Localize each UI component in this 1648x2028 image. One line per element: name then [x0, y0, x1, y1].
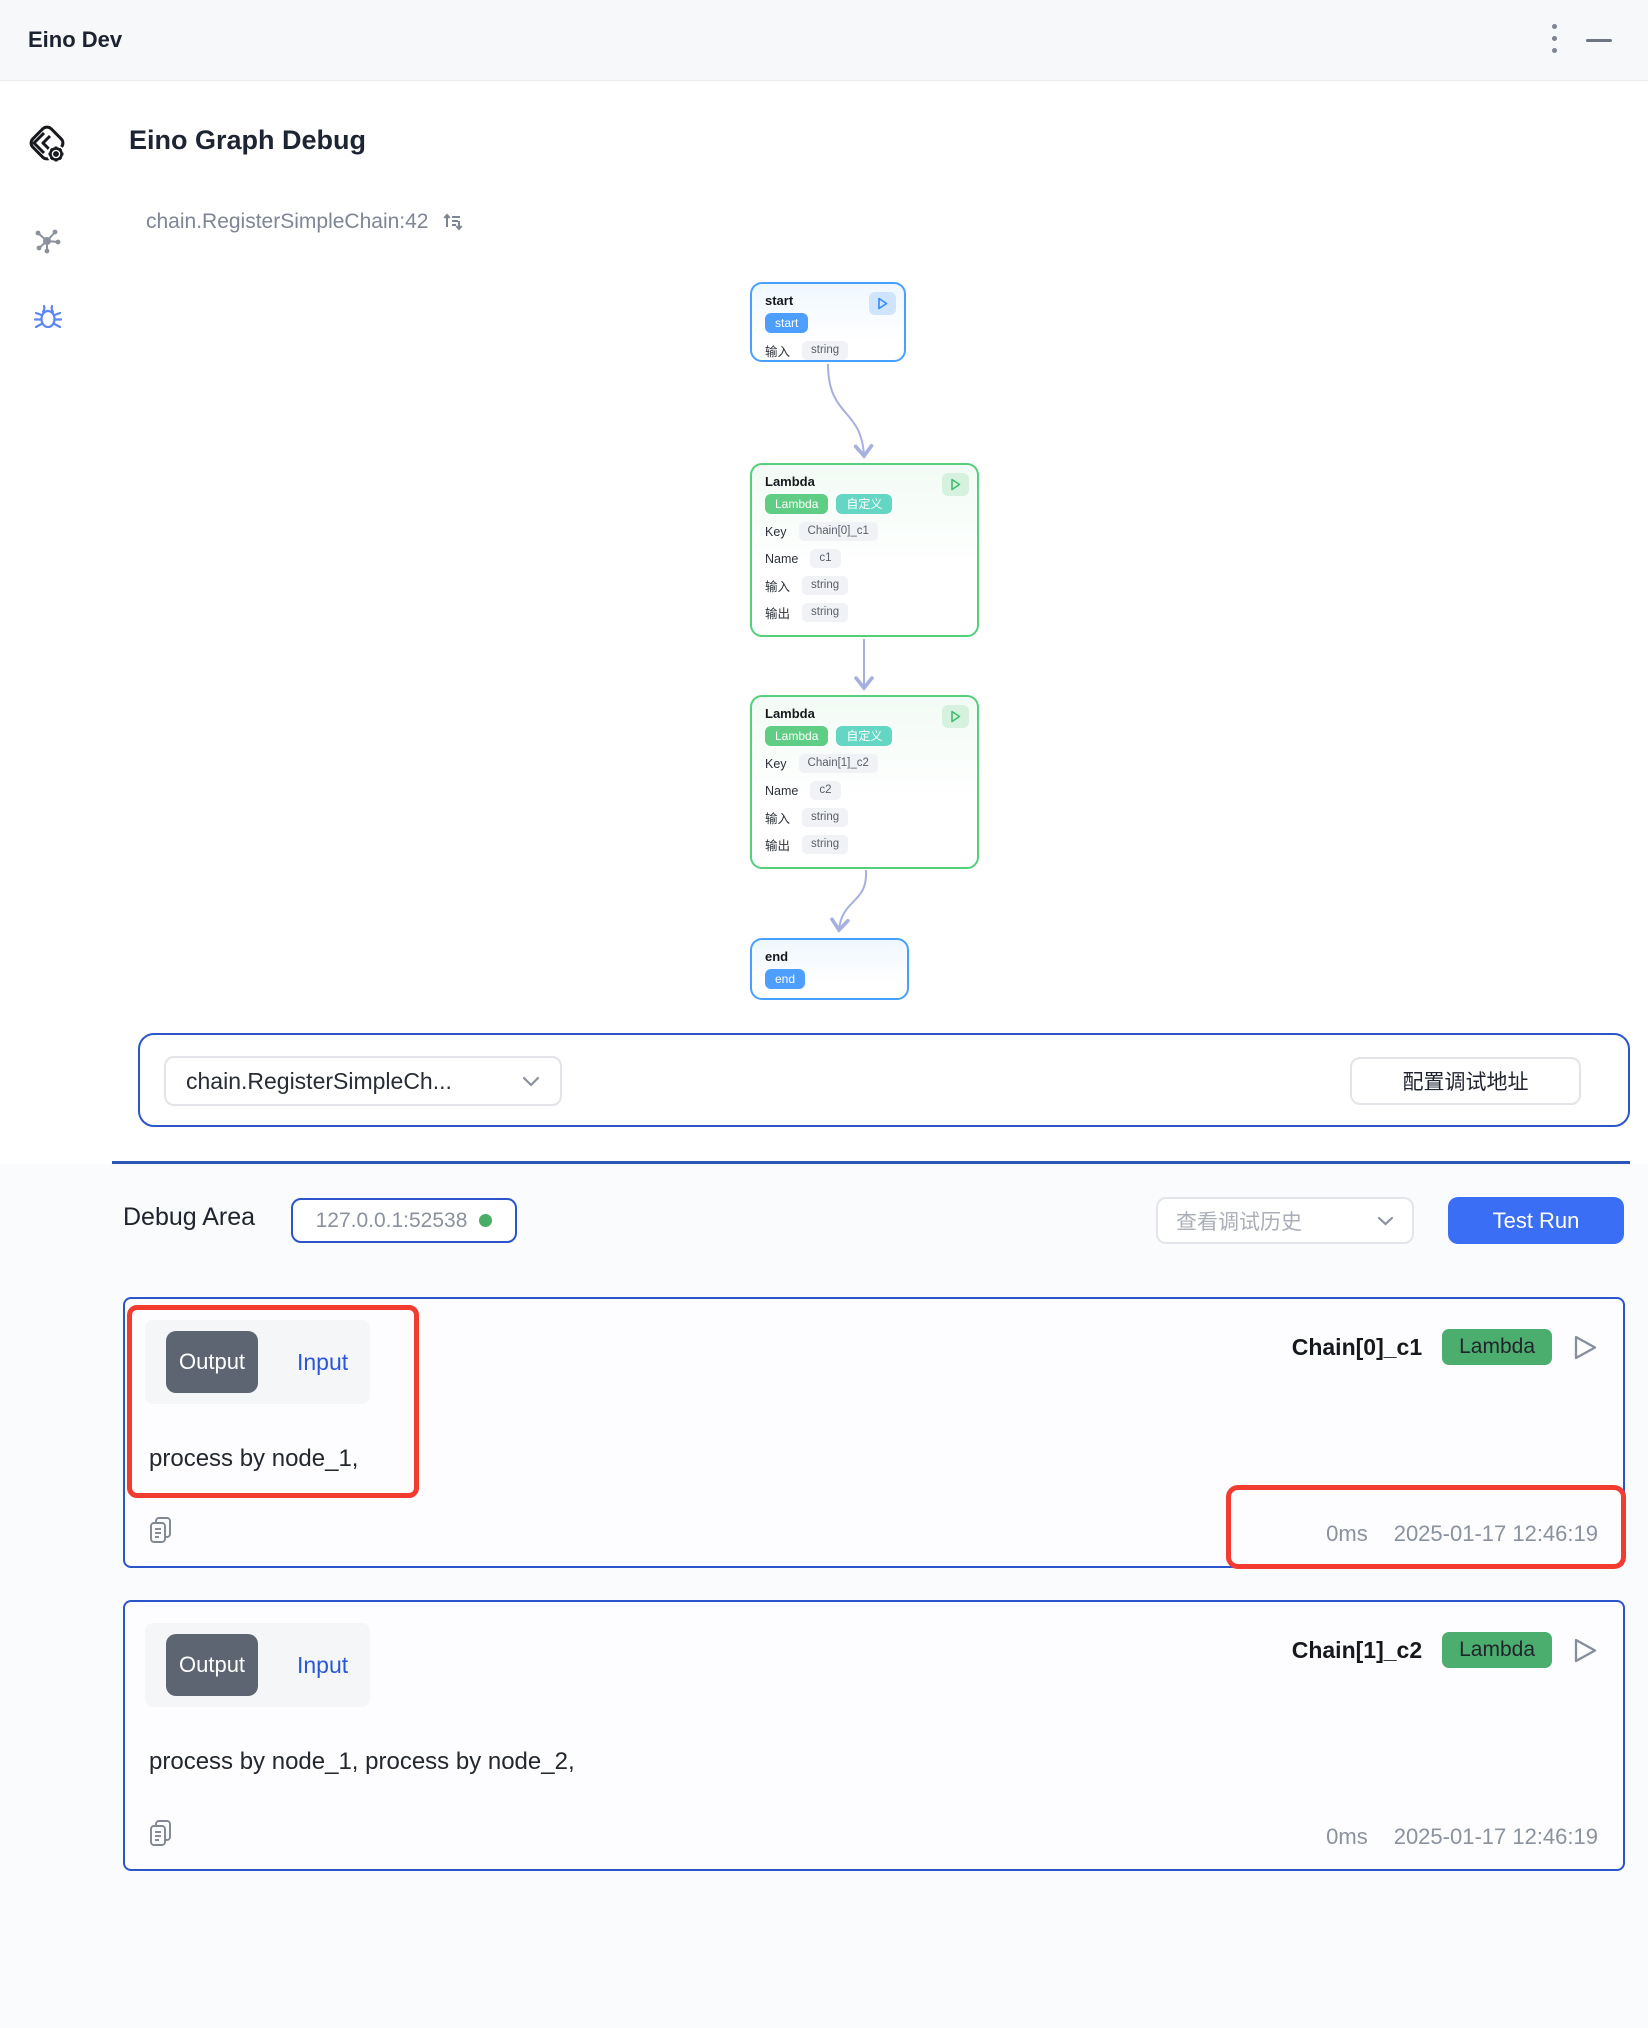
test-run-label: Test Run [1493, 1208, 1580, 1234]
node-field-value: c2 [810, 781, 840, 800]
run-node-icon[interactable] [1572, 1636, 1599, 1665]
result-duration: 0ms [1326, 1824, 1368, 1850]
result-node-name: Chain[0]_c1 [1292, 1334, 1422, 1361]
node-field-value: Chain[1]_c2 [799, 754, 878, 773]
tab-output[interactable]: Output [166, 1331, 258, 1393]
node-field-label: Name [765, 784, 798, 798]
node-run-icon[interactable] [942, 473, 969, 496]
connection-status-dot [479, 1214, 492, 1227]
output-input-tabs: Output Input [145, 1320, 370, 1404]
titlebar: Eino Dev [0, 0, 1648, 81]
result-card-header: Chain[1]_c2 Lambda [1292, 1632, 1599, 1668]
result-output-text: process by node_1, [149, 1445, 358, 1473]
page-title: Eino Graph Debug [129, 125, 366, 156]
debug-area-title: Debug Area [123, 1203, 255, 1232]
configure-debug-address-button[interactable]: 配置调试地址 [1350, 1057, 1581, 1105]
node-custom-badge: 自定义 [836, 494, 892, 514]
debug-bug-icon[interactable] [31, 300, 65, 339]
result-node-type-badge: Lambda [1442, 1632, 1552, 1668]
node-type-badge: start [765, 313, 808, 333]
node-field-label: 输入 [765, 576, 790, 595]
graph-view-icon[interactable] [31, 224, 63, 261]
node-field-label: 输出 [765, 603, 790, 622]
node-title: end [765, 949, 894, 964]
graph-edges [0, 260, 1100, 1020]
debug-result-card: Output Input Chain[0]_c1 Lambda process … [123, 1297, 1625, 1568]
sort-layout-icon[interactable] [441, 210, 465, 234]
trace-breadcrumb: chain.RegisterSimpleChain:42 [146, 210, 465, 234]
copy-icon[interactable] [147, 1818, 175, 1853]
result-time-meta: 0ms 2025-01-17 12:46:19 [1326, 1521, 1598, 1547]
node-field-value: string [802, 835, 848, 854]
node-field-value: Chain[0]_c1 [799, 522, 878, 541]
test-run-button[interactable]: Test Run [1448, 1197, 1624, 1244]
node-field-label: Name [765, 552, 798, 566]
result-duration: 0ms [1326, 1521, 1368, 1547]
debug-section-background [0, 1164, 1648, 2028]
node-field-label: 输入 [765, 341, 790, 360]
tab-input[interactable]: Input [297, 1320, 348, 1404]
graph-node-start[interactable]: start start 输入 string [750, 282, 906, 362]
graph-address-bar: chain.RegisterSimpleCh... 配置调试地址 [138, 1033, 1630, 1127]
app-title: Eino Dev [28, 27, 122, 53]
debug-history-select[interactable]: 查看调试历史 [1156, 1197, 1414, 1244]
node-title: Lambda [765, 706, 964, 721]
minimize-icon[interactable] [1586, 39, 1612, 42]
graph-select[interactable]: chain.RegisterSimpleCh... [164, 1056, 562, 1106]
debug-history-placeholder: 查看调试历史 [1176, 1206, 1302, 1236]
run-node-icon[interactable] [1572, 1333, 1599, 1362]
chevron-down-icon [1377, 1216, 1394, 1226]
graph-node-lambda-c1[interactable]: Lambda Lambda 自定义 KeyChain[0]_c1 Namec1 … [750, 463, 979, 637]
node-field-value: string [802, 576, 848, 595]
eino-logo-icon [22, 118, 72, 175]
node-field-value: string [802, 341, 848, 360]
node-type-badge: Lambda [765, 726, 828, 746]
node-field-label: Key [765, 757, 787, 771]
result-timestamp: 2025-01-17 12:46:19 [1394, 1521, 1598, 1547]
result-card-header: Chain[0]_c1 Lambda [1292, 1329, 1599, 1365]
chevron-down-icon [522, 1076, 540, 1087]
tab-input[interactable]: Input [297, 1623, 348, 1707]
section-divider [112, 1161, 1630, 1164]
copy-icon[interactable] [147, 1515, 175, 1550]
node-custom-badge: 自定义 [836, 726, 892, 746]
result-node-type-badge: Lambda [1442, 1329, 1552, 1365]
debug-server-badge: 127.0.0.1:52538 [291, 1198, 517, 1243]
node-run-icon[interactable] [869, 292, 896, 315]
node-run-icon[interactable] [942, 705, 969, 728]
node-type-badge: Lambda [765, 494, 828, 514]
tab-output[interactable]: Output [166, 1634, 258, 1696]
node-field-label: 输入 [765, 808, 790, 827]
debug-result-card: Output Input Chain[1]_c2 Lambda process … [123, 1600, 1625, 1871]
graph-node-end[interactable]: end end [750, 938, 909, 1000]
app-window: Eino Dev [0, 0, 1648, 2028]
node-field-label: 输出 [765, 835, 790, 854]
graph-select-value: chain.RegisterSimpleCh... [186, 1068, 452, 1095]
debug-server-address: 127.0.0.1:52538 [316, 1209, 468, 1233]
graph-node-lambda-c2[interactable]: Lambda Lambda 自定义 KeyChain[1]_c2 Namec2 … [750, 695, 979, 869]
node-type-badge: end [765, 969, 805, 989]
result-output-text: process by node_1, process by node_2, [149, 1748, 575, 1776]
result-node-name: Chain[1]_c2 [1292, 1637, 1422, 1664]
node-title: Lambda [765, 474, 964, 489]
result-timestamp: 2025-01-17 12:46:19 [1394, 1824, 1598, 1850]
output-input-tabs: Output Input [145, 1623, 370, 1707]
more-menu-icon[interactable] [1552, 24, 1558, 58]
node-field-value: string [802, 808, 848, 827]
node-field-value: string [802, 603, 848, 622]
result-time-meta: 0ms 2025-01-17 12:46:19 [1326, 1824, 1598, 1850]
node-field-label: Key [765, 525, 787, 539]
configure-debug-address-label: 配置调试地址 [1403, 1066, 1529, 1096]
trace-label: chain.RegisterSimpleChain:42 [146, 210, 429, 234]
node-field-value: c1 [810, 549, 840, 568]
